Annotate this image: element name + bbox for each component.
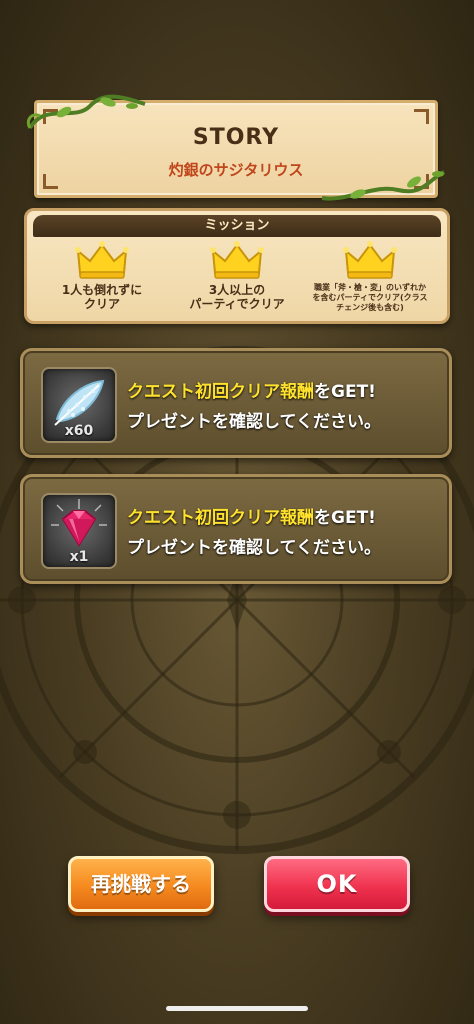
mission-header: ミッション	[33, 215, 441, 237]
reward-suffix-text: をGET!	[314, 382, 376, 402]
mission-text-line: パーティでクリア	[189, 297, 285, 311]
mission-item: 職業「斧・槍・変」のいずれか を含むパーティでクリア(クラス チェンジ後も含む)	[305, 239, 435, 313]
reward-suffix-text: をGET!	[314, 508, 376, 528]
retry-button[interactable]: 再挑戦する	[68, 856, 214, 912]
corner-ornament	[43, 109, 58, 124]
mission-text: 職業「斧・槍・変」のいずれか を含むパーティでクリア(クラス チェンジ後も含む)	[305, 283, 435, 313]
reward-instruction: プレゼントを確認してください。	[127, 538, 381, 558]
ok-button[interactable]: OK	[264, 856, 410, 912]
home-indicator[interactable]	[166, 1006, 308, 1011]
mission-text-line: チェンジ後も含む)	[336, 303, 404, 312]
corner-ornament	[414, 109, 429, 124]
crown-icon	[343, 241, 397, 279]
mission-text-line: を含むパーティでクリア(クラス	[312, 293, 428, 302]
story-card: STORY 灼銀のサジタリウス	[34, 100, 438, 198]
mission-panel: ミッション 1人も倒れずに クリア 3人以上の パーティでクリア 職業「斧・槍・…	[24, 208, 450, 324]
mission-text-line: 職業「斧・槍・変」のいずれか	[314, 283, 426, 292]
mission-item: 1人も倒れずに クリア	[37, 239, 167, 311]
reward-highlight-text: クエスト初回クリア報酬	[127, 508, 314, 528]
reward-item-slot: x1	[41, 493, 117, 569]
crown-icon	[210, 241, 264, 279]
reward-quantity: x60	[64, 423, 94, 439]
story-subtitle: 灼銀のサジタリウス	[168, 161, 304, 179]
mission-text-line: 3人以上の	[208, 283, 266, 297]
reward-message: クエスト初回クリア報酬をGET!	[127, 503, 376, 528]
reward-instruction: プレゼントを確認してください。	[127, 412, 381, 432]
reward-panel: x60 クエスト初回クリア報酬をGET! プレゼントを確認してください。	[20, 348, 452, 458]
reward-quantity: x1	[69, 549, 89, 565]
mission-item: 3人以上の パーティでクリア	[172, 239, 302, 311]
story-title: STORY	[192, 125, 280, 150]
reward-item-slot: x60	[41, 367, 117, 443]
mission-text: 1人も倒れずに クリア	[37, 283, 167, 311]
mission-text-line: クリア	[83, 297, 120, 311]
mission-text: 3人以上の パーティでクリア	[172, 283, 302, 311]
mission-text-line: 1人も倒れずに	[61, 283, 143, 297]
reward-message: クエスト初回クリア報酬をGET!	[127, 377, 376, 402]
reward-panel: x1 クエスト初回クリア報酬をGET! プレゼントを確認してください。	[20, 474, 452, 584]
crown-icon	[75, 241, 129, 279]
reward-highlight-text: クエスト初回クリア報酬	[127, 382, 314, 402]
